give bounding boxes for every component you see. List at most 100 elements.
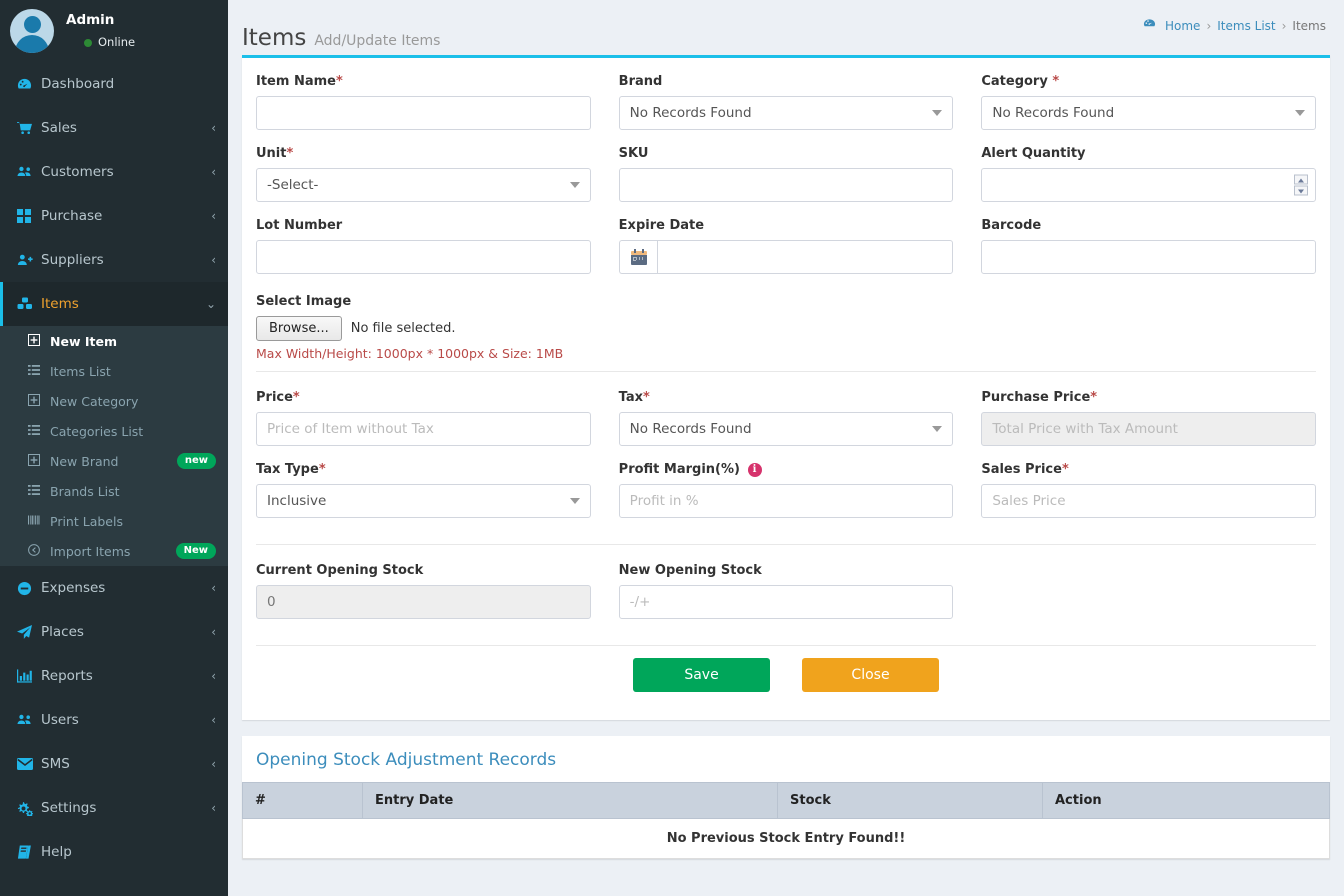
lot-number-label: Lot Number	[256, 218, 343, 233]
required-marker: *	[292, 390, 300, 405]
close-button[interactable]: Close	[802, 658, 939, 692]
form-col-1: Item Name * Unit* -Select- Lot Number	[256, 74, 591, 290]
sidebar-item-users[interactable]: Users ‹	[0, 698, 228, 742]
breadcrumb-link-items-list[interactable]: Items List	[1217, 19, 1275, 33]
sidebar-item-places[interactable]: Places ‹	[0, 610, 228, 654]
chevron-left-icon: ‹	[211, 669, 216, 683]
info-icon[interactable]: i	[747, 462, 762, 477]
label-text: Purchase Price	[981, 390, 1091, 405]
file-status-text: No file selected.	[350, 321, 456, 336]
sidebar-item-label: Help	[41, 844, 72, 860]
sales-price-input[interactable]	[981, 484, 1317, 518]
col-header-index: #	[242, 782, 363, 819]
alert-quantity-input[interactable]	[981, 168, 1317, 202]
section-divider	[256, 544, 1316, 545]
tax-select-wrap[interactable]: No Records Found	[618, 412, 954, 446]
category-select-wrap[interactable]: No Records Found	[981, 96, 1317, 130]
tax-label: Tax*	[619, 390, 954, 405]
sidebar-item-reports[interactable]: Reports ‹	[0, 654, 228, 698]
label-text: Price	[256, 390, 293, 405]
quantity-stepper[interactable]	[1294, 174, 1309, 196]
label-text: Item Name	[256, 74, 336, 89]
stock-col-1: Current Opening Stock	[256, 563, 591, 635]
required-marker: *	[643, 390, 650, 405]
expire-date-input[interactable]	[657, 240, 954, 274]
category-label: Category *	[981, 74, 1316, 89]
sidebar-item-label: Suppliers	[41, 252, 104, 268]
unit-select[interactable]: -Select-	[256, 168, 591, 202]
user-status: Online	[66, 34, 135, 51]
home-icon	[1143, 18, 1156, 33]
envelope-icon	[17, 758, 41, 770]
breadcrumb-link-home[interactable]: Home	[1165, 19, 1200, 33]
sidebar-item-dashboard[interactable]: Dashboard	[0, 62, 228, 106]
sidebar-subitem-new-category[interactable]: New Category	[0, 386, 228, 416]
sidebar-item-suppliers[interactable]: Suppliers ‹	[0, 238, 228, 282]
required-marker: *	[318, 462, 326, 477]
form-row-1: Item Name * Unit* -Select- Lot Number Bra…	[256, 74, 1317, 290]
stepper-down-icon[interactable]	[1294, 185, 1309, 196]
field-expire-date: Expire Date	[618, 218, 954, 274]
sidebar-subitem-categories-list[interactable]: Categories List	[0, 416, 228, 446]
sidebar-subitem-new-item[interactable]: New Item	[0, 326, 228, 356]
tax-type-label: Tax Type*	[256, 462, 591, 477]
unit-select-wrap[interactable]: -Select-	[256, 168, 591, 202]
plus-square-icon	[28, 333, 50, 349]
users-icon	[17, 165, 41, 180]
col-header-stock: Stock	[777, 782, 1043, 819]
brand-select[interactable]: No Records Found	[618, 96, 954, 130]
sidebar-subitem-import-items[interactable]: Import Items New	[0, 536, 228, 566]
tax-type-select[interactable]: Inclusive	[256, 484, 591, 518]
badge-new: new	[176, 453, 216, 469]
category-select[interactable]: No Records Found	[981, 96, 1317, 130]
field-sku: SKU	[618, 146, 954, 202]
sidebar-item-purchase[interactable]: Purchase ‹	[0, 194, 228, 238]
sales-price-label: Sales Price*	[981, 462, 1316, 477]
profit-margin-input[interactable]	[618, 484, 954, 518]
save-button[interactable]: Save	[633, 658, 770, 692]
barcode-input[interactable]	[981, 240, 1317, 274]
grid-icon	[17, 209, 41, 223]
tax-select[interactable]: No Records Found	[618, 412, 954, 446]
sidebar-item-help[interactable]: Help	[0, 830, 228, 874]
paper-plane-icon	[17, 624, 41, 640]
sidebar-subitem-new-brand[interactable]: New Brand new	[0, 446, 228, 476]
required-marker: *	[286, 146, 294, 161]
section-divider	[256, 371, 1316, 372]
price-input[interactable]	[256, 412, 591, 446]
breadcrumb-separator: ›	[1206, 18, 1212, 33]
item-name-input[interactable]	[256, 96, 591, 130]
browse-button[interactable]: Browse...	[256, 316, 342, 341]
barcode-icon	[28, 514, 50, 529]
calendar-icon[interactable]	[618, 240, 658, 274]
sidebar-item-sms[interactable]: SMS ‹	[0, 742, 228, 786]
label-text: Tax	[618, 390, 644, 405]
brand-select-wrap[interactable]: No Records Found	[618, 96, 954, 130]
label-text: Profit Margin(%)	[618, 462, 740, 477]
sidebar-subitem-print-labels[interactable]: Print Labels	[0, 506, 228, 536]
required-marker: *	[1090, 390, 1098, 405]
price-label: Price*	[256, 390, 591, 405]
sidebar-item-settings[interactable]: Settings ‹	[0, 786, 228, 830]
sidebar-subitem-label: Categories List	[50, 423, 144, 439]
sidebar-subitem-label: Brands List	[50, 483, 120, 499]
tax-type-select-wrap[interactable]: Inclusive	[256, 484, 591, 518]
sku-input[interactable]	[618, 168, 954, 202]
sidebar-item-items[interactable]: Items ⌄	[0, 282, 228, 326]
field-purchase-price: Purchase Price*	[981, 390, 1317, 446]
brand-label: Brand	[618, 74, 663, 89]
sku-label: SKU	[618, 146, 649, 161]
sidebar-subitem-brands-list[interactable]: Brands List	[0, 476, 228, 506]
sidebar-nav: Dashboard Sales ‹ Customers ‹ Purchase ‹…	[0, 62, 228, 874]
sidebar-item-customers[interactable]: Customers ‹	[0, 150, 228, 194]
sidebar-item-sales[interactable]: Sales ‹	[0, 106, 228, 150]
form-col-3: Category * No Records Found Alert Quanti…	[981, 74, 1317, 290]
lot-number-input[interactable]	[256, 240, 591, 274]
sidebar-item-label: Customers	[41, 164, 114, 180]
sidebar-item-expenses[interactable]: Expenses ‹	[0, 566, 228, 610]
unit-label: Unit*	[256, 146, 591, 161]
stock-records-box: Opening Stock Adjustment Records # Entry…	[242, 736, 1330, 859]
sidebar-subitem-items-list[interactable]: Items List	[0, 356, 228, 386]
stepper-up-icon[interactable]	[1294, 174, 1309, 185]
new-opening-stock-input[interactable]	[618, 585, 954, 619]
